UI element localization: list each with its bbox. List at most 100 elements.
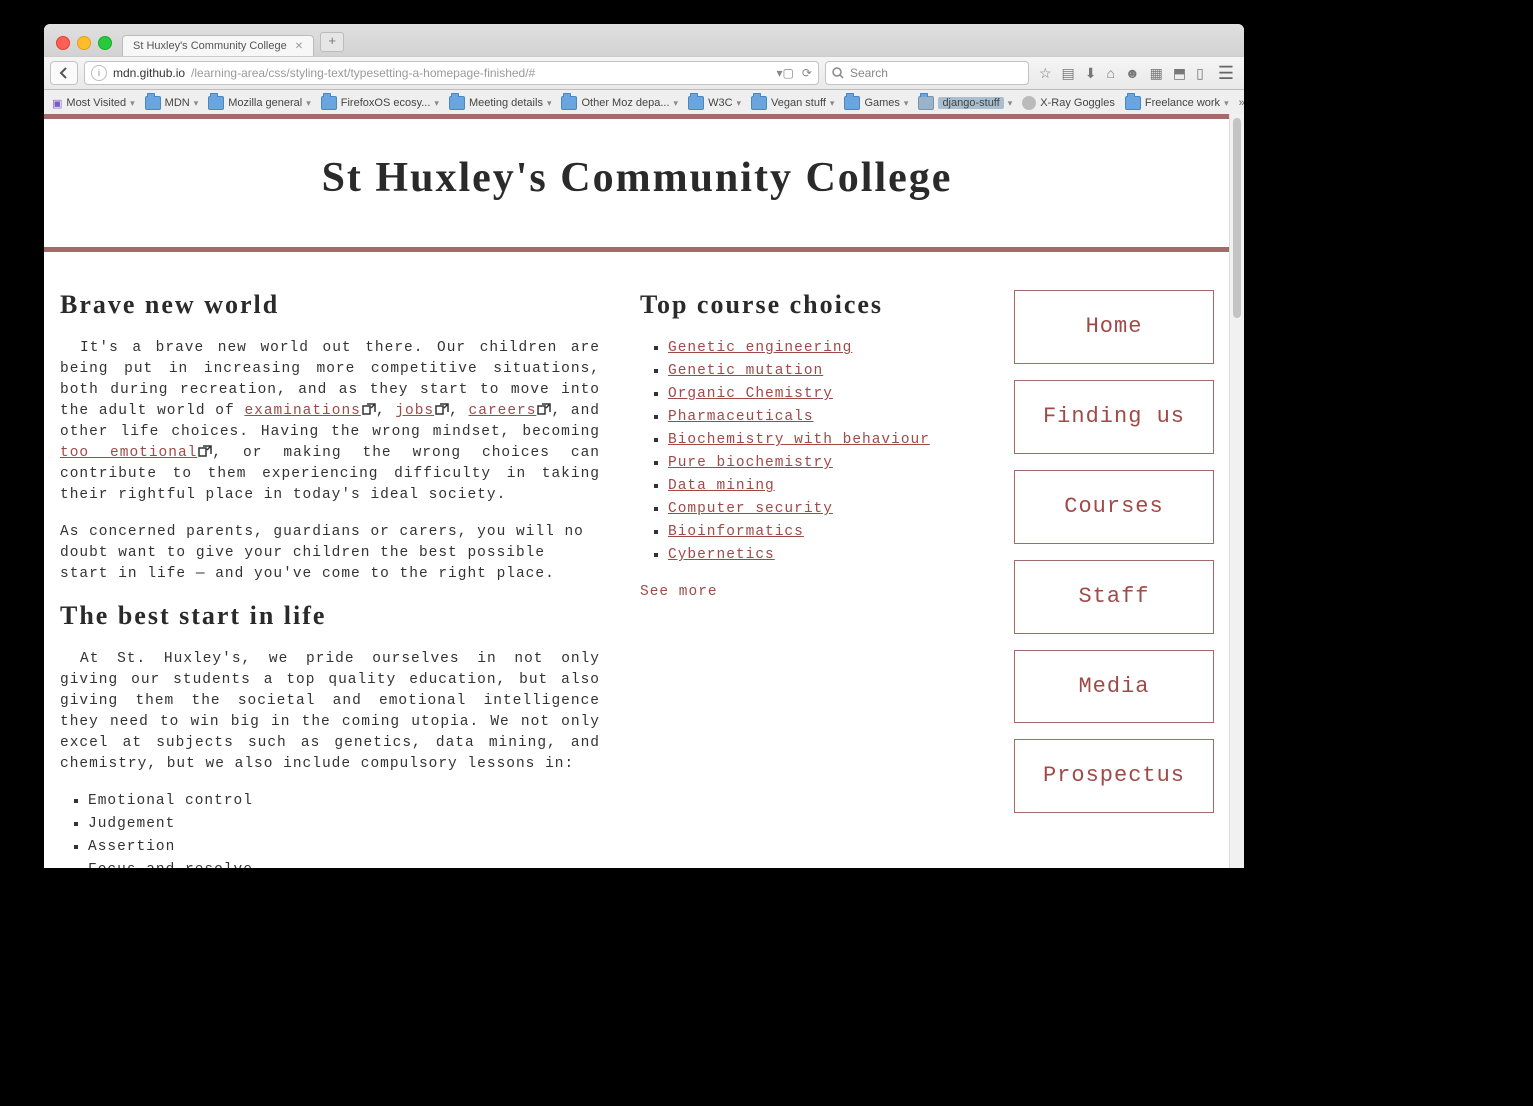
bookmark-item[interactable]: X-Ray Goggles (1022, 96, 1115, 110)
window-controls (52, 36, 116, 56)
site-identity-icon[interactable]: i (91, 65, 107, 81)
browser-window: St Huxley's Community College ✕ + i mdn.… (44, 24, 1244, 868)
bookmark-item[interactable]: Mozilla general ▾ (208, 96, 311, 110)
list-item: Assertion (88, 837, 600, 858)
bookmarks-bar: ▣Most Visited ▾ MDN ▾ Mozilla general ▾ … (44, 90, 1244, 117)
clipboard-icon[interactable]: ▤ (1062, 65, 1075, 82)
top-courses-list: Genetic engineering Genetic mutation Org… (640, 338, 970, 566)
bookmarks-overflow[interactable]: » (1239, 97, 1244, 109)
heading-best-start: The best start in life (60, 601, 600, 631)
tab-title: St Huxley's Community College (133, 40, 287, 52)
list-item: Bioinformatics (668, 522, 970, 543)
nav-link-staff[interactable]: Staff (1014, 560, 1214, 634)
course-link[interactable]: Computer security (668, 501, 833, 517)
bookmark-item[interactable]: Games ▾ (844, 96, 908, 110)
course-link[interactable]: Organic Chemistry (668, 386, 833, 402)
ext1-icon[interactable]: ▦ (1150, 65, 1163, 82)
list-item: Biochemistry with behaviour (668, 430, 970, 451)
external-link-icon (362, 403, 376, 415)
address-bar[interactable]: i mdn.github.io /learning-area/css/styli… (84, 61, 819, 85)
course-link[interactable]: Pharmaceuticals (668, 409, 814, 425)
best-start-paragraph: At St. Huxley's, we pride ourselves in n… (60, 649, 600, 775)
heading-brave-new-world: Brave new world (60, 290, 600, 320)
list-item: Organic Chemistry (668, 384, 970, 405)
heading-top-courses: Top course choices (640, 290, 970, 320)
vertical-scrollbar[interactable] (1229, 114, 1244, 868)
home-icon[interactable]: ⌂ (1106, 65, 1114, 82)
list-item: Pharmaceuticals (668, 407, 970, 428)
bookmark-star-icon[interactable]: ☆ (1039, 65, 1052, 82)
course-link[interactable]: Cybernetics (668, 547, 775, 563)
nav-column: Home Finding us Courses Staff Media Pros… (1014, 290, 1214, 868)
search-bar[interactable]: Search (825, 61, 1029, 85)
close-tab-button[interactable]: ✕ (295, 41, 303, 52)
toolbar-icons: ☆ ▤ ⬇ ⌂ ☻ ▦ ⬒ ▯ (1035, 65, 1208, 82)
list-item: Data mining (668, 476, 970, 497)
maximize-window-button[interactable] (98, 36, 112, 50)
bookmark-item[interactable]: django-stuff ▾ (918, 96, 1012, 110)
bookmark-item[interactable]: MDN ▾ (145, 96, 199, 110)
aside-column: Top course choices Genetic engineering G… (640, 290, 970, 868)
list-item: Genetic engineering (668, 338, 970, 359)
search-placeholder: Search (850, 66, 888, 80)
main-column: Brave new world It's a brave new world o… (60, 290, 600, 868)
bookmark-item[interactable]: FirefoxOS ecosy... ▾ (321, 96, 439, 110)
arrow-left-icon (58, 67, 70, 79)
tab-strip: St Huxley's Community College ✕ + (44, 24, 1244, 56)
course-link[interactable]: Pure biochemistry (668, 455, 833, 471)
course-link[interactable]: Biochemistry with behaviour (668, 432, 930, 448)
external-link-icon (198, 445, 212, 457)
pocket-icon[interactable]: ⬒ (1173, 65, 1186, 82)
close-window-button[interactable] (56, 36, 70, 50)
menu-button[interactable]: ☰ (1214, 63, 1238, 84)
nav-link-home[interactable]: Home (1014, 290, 1214, 364)
browser-toolbar: i mdn.github.io /learning-area/css/styli… (44, 56, 1244, 90)
back-button[interactable] (50, 61, 78, 85)
link-examinations[interactable]: examinations (244, 403, 375, 419)
bookmark-item[interactable]: W3C ▾ (688, 96, 741, 110)
minimize-window-button[interactable] (77, 36, 91, 50)
list-item: Cybernetics (668, 545, 970, 566)
url-path: /learning-area/css/styling-text/typesett… (191, 66, 535, 80)
list-item: Judgement (88, 814, 600, 835)
link-careers[interactable]: careers (469, 403, 552, 419)
downloads-icon[interactable]: ⬇ (1085, 65, 1097, 82)
course-link[interactable]: Genetic engineering (668, 340, 852, 356)
new-tab-button[interactable]: + (320, 32, 344, 52)
browser-tab[interactable]: St Huxley's Community College ✕ (122, 35, 314, 56)
list-item: Computer security (668, 499, 970, 520)
intro-paragraph-1: It's a brave new world out there. Our ch… (60, 338, 600, 506)
link-jobs[interactable]: jobs (395, 403, 449, 419)
list-item: Pure biochemistry (668, 453, 970, 474)
list-item: Focus and resolve (88, 860, 600, 868)
page-header: St Huxley's Community College (44, 114, 1230, 252)
nav-link-prospectus[interactable]: Prospectus (1014, 739, 1214, 813)
page-viewport: St Huxley's Community College Brave new … (44, 114, 1230, 868)
course-link[interactable]: Data mining (668, 478, 775, 494)
course-link[interactable]: Bioinformatics (668, 524, 804, 540)
list-item: Genetic mutation (668, 361, 970, 382)
nav-link-courses[interactable]: Courses (1014, 470, 1214, 544)
reload-button[interactable]: ⟳ (802, 66, 812, 80)
bookmark-item[interactable]: Meeting details ▾ (449, 96, 552, 110)
compulsory-lessons-list: Emotional control Judgement Assertion Fo… (60, 791, 600, 868)
bookmark-item[interactable]: Freelance work ▾ (1125, 96, 1229, 110)
page-title: St Huxley's Community College (44, 154, 1230, 202)
list-item: Emotional control (88, 791, 600, 812)
link-see-more[interactable]: See more (640, 584, 718, 600)
bookmark-item[interactable]: ▣Most Visited ▾ (52, 97, 135, 110)
ext2-icon[interactable]: ▯ (1196, 65, 1204, 82)
chat-icon[interactable]: ☻ (1125, 65, 1140, 82)
search-icon (832, 67, 844, 79)
link-too-emotional[interactable]: too emotional (60, 445, 212, 461)
external-link-icon (435, 403, 449, 415)
url-host: mdn.github.io (113, 66, 185, 80)
bookmark-item[interactable]: Vegan stuff ▾ (751, 96, 834, 110)
course-link[interactable]: Genetic mutation (668, 363, 823, 379)
intro-paragraph-2: As concerned parents, guardians or carer… (60, 522, 600, 585)
reader-mode-icon[interactable]: ▾▢ (777, 66, 794, 80)
external-link-icon (537, 403, 551, 415)
nav-link-media[interactable]: Media (1014, 650, 1214, 724)
bookmark-item[interactable]: Other Moz depa... ▾ (561, 96, 678, 110)
nav-link-finding-us[interactable]: Finding us (1014, 380, 1214, 454)
